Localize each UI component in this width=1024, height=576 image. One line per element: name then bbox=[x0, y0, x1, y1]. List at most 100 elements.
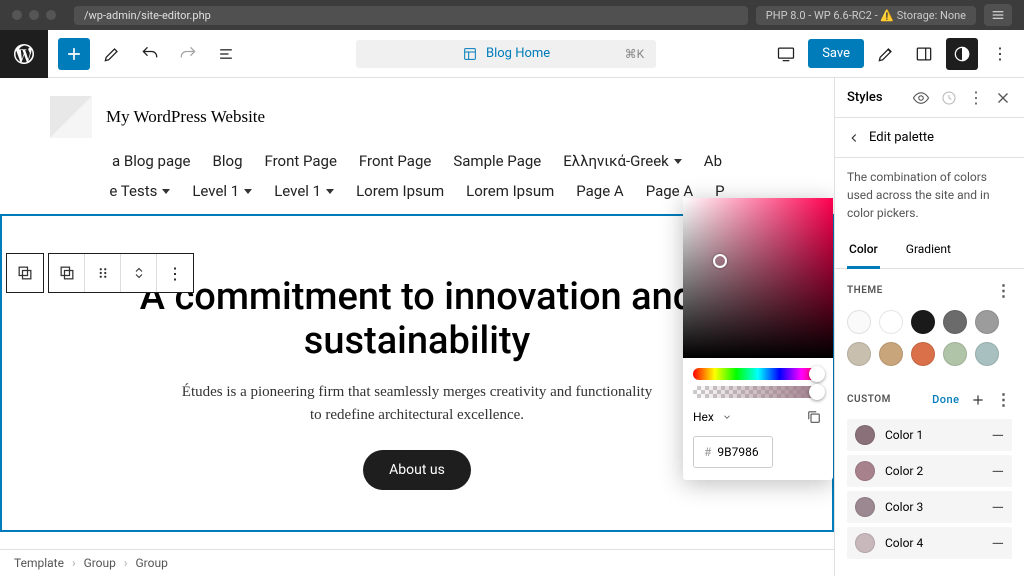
editor-canvas[interactable]: My WordPress Website a Blog page Blog Fron… bbox=[0, 78, 834, 576]
block-parent-button[interactable] bbox=[49, 254, 85, 292]
tab-color[interactable]: Color bbox=[847, 232, 880, 269]
view-button[interactable] bbox=[770, 38, 802, 70]
editor-toolbar: Blog Home ⌘K Save bbox=[0, 30, 1024, 78]
site-logo[interactable] bbox=[50, 96, 92, 138]
block-toolbar bbox=[6, 253, 194, 293]
breadcrumb-item[interactable]: Group bbox=[136, 556, 168, 570]
block-move-button[interactable] bbox=[121, 254, 157, 292]
breadcrumb-item[interactable]: Template bbox=[14, 556, 64, 570]
sidebar-toggle[interactable] bbox=[908, 38, 940, 70]
custom-color-row[interactable]: Color 2 — bbox=[847, 455, 1012, 487]
url-bar[interactable]: /wp-admin/site-editor.php bbox=[74, 6, 748, 25]
save-button[interactable]: Save bbox=[808, 39, 864, 68]
undo-button[interactable] bbox=[134, 38, 166, 70]
theme-swatch[interactable] bbox=[975, 310, 999, 334]
color-picker-popover: Hex #9B7986 bbox=[683, 198, 833, 480]
more-icon[interactable] bbox=[968, 88, 984, 107]
browser-info: PHP 8.0 - WP 6.6-RC2 - ⚠️ Storage: None bbox=[756, 6, 976, 25]
wp-logo[interactable] bbox=[0, 30, 48, 78]
nav-item[interactable]: Sample Page bbox=[453, 152, 541, 170]
more-button[interactable] bbox=[984, 38, 1016, 70]
tools-button[interactable] bbox=[96, 38, 128, 70]
document-selector[interactable]: Blog Home ⌘K bbox=[248, 40, 764, 68]
chevron-left-icon bbox=[847, 131, 861, 145]
revisions-icon[interactable] bbox=[940, 89, 958, 107]
eye-icon[interactable] bbox=[912, 89, 930, 107]
remove-color-button[interactable]: — bbox=[992, 426, 1005, 445]
block-drag-handle[interactable] bbox=[85, 254, 121, 292]
block-options-button[interactable] bbox=[157, 254, 193, 292]
custom-section-label: CUSTOM bbox=[847, 394, 891, 405]
hue-slider[interactable] bbox=[693, 368, 823, 380]
color-swatch[interactable] bbox=[855, 425, 875, 445]
shortcut-hint: ⌘K bbox=[625, 47, 645, 61]
custom-options-icon[interactable] bbox=[996, 390, 1013, 409]
settings-button[interactable] bbox=[870, 38, 902, 70]
styles-button[interactable] bbox=[946, 38, 978, 70]
sidebar-description: The combination of colors used across th… bbox=[835, 158, 1024, 232]
nav-item[interactable]: Page A bbox=[576, 182, 623, 200]
back-button[interactable]: Edit palette bbox=[835, 118, 1024, 158]
color-label: Color 3 bbox=[885, 500, 982, 514]
alpha-slider[interactable] bbox=[693, 386, 823, 398]
custom-color-row[interactable]: Color 3 — bbox=[847, 491, 1012, 523]
theme-swatch[interactable] bbox=[879, 310, 903, 334]
color-swatch[interactable] bbox=[855, 461, 875, 481]
nav-item[interactable]: Level 1 bbox=[274, 182, 334, 200]
browser-bar: /wp-admin/site-editor.php PHP 8.0 - WP 6… bbox=[0, 0, 1024, 30]
theme-swatch[interactable] bbox=[943, 310, 967, 334]
chevron-down-icon bbox=[722, 412, 732, 422]
color-label: Color 1 bbox=[885, 428, 982, 442]
copy-icon[interactable] bbox=[805, 408, 823, 426]
nav-item[interactable]: e Tests bbox=[109, 182, 170, 200]
close-icon[interactable] bbox=[994, 89, 1012, 107]
plus-icon[interactable] bbox=[970, 392, 986, 408]
hex-input[interactable]: #9B7986 bbox=[693, 436, 773, 468]
remove-color-button[interactable]: — bbox=[992, 498, 1005, 517]
site-title[interactable]: My WordPress Website bbox=[106, 107, 265, 127]
block-inserter-button[interactable] bbox=[58, 38, 90, 70]
theme-swatch[interactable] bbox=[847, 342, 871, 366]
saturation-field[interactable] bbox=[683, 198, 833, 358]
nav-item[interactable]: a Blog page bbox=[112, 152, 191, 170]
breadcrumb-item[interactable]: Group bbox=[84, 556, 116, 570]
theme-swatch[interactable] bbox=[911, 342, 935, 366]
theme-swatch[interactable] bbox=[911, 310, 935, 334]
browser-menu-button[interactable] bbox=[984, 4, 1012, 26]
nav-item[interactable]: Lorem Ipsum bbox=[356, 182, 444, 200]
sidebar-title: Styles bbox=[847, 90, 883, 105]
nav-item[interactable]: Lorem Ipsum bbox=[466, 182, 554, 200]
list-view-button[interactable] bbox=[210, 38, 242, 70]
color-label: Color 2 bbox=[885, 464, 982, 478]
remove-color-button[interactable]: — bbox=[992, 462, 1005, 481]
nav-item[interactable]: Blog bbox=[213, 152, 243, 170]
theme-section-label: THEME bbox=[847, 285, 883, 296]
color-swatch[interactable] bbox=[855, 533, 875, 553]
custom-color-row[interactable]: Color 4 — bbox=[847, 527, 1012, 559]
theme-options-icon[interactable] bbox=[996, 281, 1013, 300]
nav-primary[interactable]: a Blog page Blog Front Page Front Page Sampl… bbox=[0, 138, 834, 178]
theme-swatch[interactable] bbox=[847, 310, 871, 334]
custom-color-row[interactable]: Color 1 — bbox=[847, 419, 1012, 451]
styles-sidebar: Styles Edit palette The combination of c… bbox=[834, 78, 1024, 576]
nav-item[interactable]: Front Page bbox=[359, 152, 431, 170]
color-swatch[interactable] bbox=[855, 497, 875, 517]
nav-item[interactable]: Level 1 bbox=[192, 182, 252, 200]
nav-item[interactable]: Front Page bbox=[265, 152, 337, 170]
color-label: Color 4 bbox=[885, 536, 982, 550]
nav-item[interactable]: Ελληνικά-Greek bbox=[563, 152, 682, 170]
theme-swatch[interactable] bbox=[943, 342, 967, 366]
hero-cta-button[interactable]: About us bbox=[363, 450, 471, 490]
theme-swatch[interactable] bbox=[879, 342, 903, 366]
done-link[interactable]: Done bbox=[932, 393, 959, 406]
traffic-lights bbox=[12, 10, 56, 20]
tab-gradient[interactable]: Gradient bbox=[904, 232, 953, 268]
nav-item[interactable]: Ab bbox=[704, 152, 722, 170]
remove-color-button[interactable]: — bbox=[992, 534, 1005, 553]
color-format-select[interactable]: Hex bbox=[693, 410, 714, 424]
redo-button[interactable] bbox=[172, 38, 204, 70]
breadcrumb[interactable]: Template›Group›Group bbox=[0, 549, 834, 576]
block-type-button[interactable] bbox=[7, 254, 43, 292]
hero-subheading[interactable]: Études is a pioneering firm that seamles… bbox=[177, 381, 657, 426]
theme-swatch[interactable] bbox=[975, 342, 999, 366]
